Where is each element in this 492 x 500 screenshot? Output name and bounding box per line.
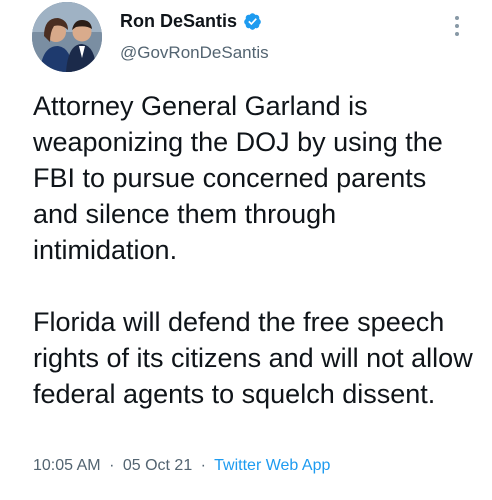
tweet-source-link[interactable]: Twitter Web App — [214, 457, 330, 474]
tweet-card: Ron DeSantis @GovRonDeSantis Attorney Ge… — [0, 0, 492, 500]
author-handle[interactable]: @GovRonDeSantis — [120, 43, 269, 63]
more-dot — [455, 32, 459, 36]
meta-separator: · — [109, 457, 115, 474]
tweet-date[interactable]: 05 Oct 21 — [123, 457, 192, 474]
display-name[interactable]: Ron DeSantis — [120, 11, 237, 32]
meta-separator: · — [200, 457, 206, 474]
more-dot — [455, 24, 459, 28]
avatar[interactable] — [32, 2, 102, 72]
avatar-photo — [32, 2, 102, 72]
verified-badge-icon — [243, 12, 262, 31]
tweet-paragraph: Florida will defend the free speech righ… — [33, 307, 473, 409]
tweet-time[interactable]: 10:05 AM — [33, 457, 101, 474]
author-name-row[interactable]: Ron DeSantis — [120, 11, 262, 32]
tweet-meta: 10:05 AM · 05 Oct 21 · Twitter Web App — [33, 457, 330, 475]
tweet-paragraph: Attorney General Garland is weaponizing … — [33, 91, 443, 265]
more-dot — [455, 16, 459, 20]
more-options-icon[interactable] — [449, 13, 465, 39]
tweet-text: Attorney General Garland is weaponizing … — [33, 88, 478, 412]
